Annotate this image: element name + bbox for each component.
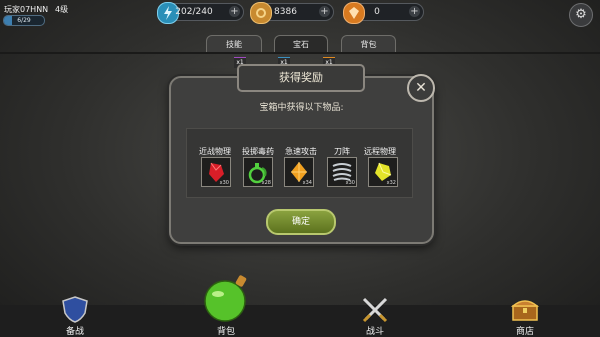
player-level: 4级 bbox=[55, 5, 69, 14]
gold-bar: 8386 + bbox=[250, 2, 334, 24]
item-count: x28 bbox=[261, 180, 271, 186]
settings-gear-icon[interactable]: ⚙ bbox=[569, 3, 593, 27]
nav-label: 商店 bbox=[515, 327, 534, 337]
xp-bar: 6/29 bbox=[3, 15, 45, 26]
nav-label: 背包 bbox=[216, 327, 235, 337]
nav-backpack-button[interactable] bbox=[201, 273, 251, 327]
dialog-subtitle: 宝箱中获得以下物品: bbox=[259, 103, 344, 113]
item-label: 远程物理 bbox=[364, 147, 396, 156]
close-button[interactable]: ✕ bbox=[407, 74, 435, 102]
xp-text: 6/29 bbox=[17, 17, 31, 24]
nav-label: 战斗 bbox=[365, 327, 384, 337]
item-count: x30 bbox=[219, 180, 229, 186]
item-count: x30 bbox=[345, 180, 355, 186]
energy-bar: 202/240 + bbox=[157, 2, 244, 24]
reward-item-slot[interactable]: x28 bbox=[243, 157, 273, 187]
tab-skills[interactable]: 技能 bbox=[206, 35, 262, 53]
gold-value: 8386 bbox=[274, 7, 297, 17]
reward-item-slot[interactable]: x30 bbox=[201, 157, 231, 187]
tab-backpack[interactable]: 背包 bbox=[341, 35, 396, 53]
item-label: 投掷毒药 bbox=[242, 147, 274, 156]
add-gem-button[interactable]: + bbox=[409, 6, 420, 17]
potion-icon bbox=[204, 275, 247, 322]
tab-divider bbox=[0, 52, 600, 54]
item-label: 近战物理 bbox=[199, 147, 231, 156]
confirm-button[interactable]: 确定 bbox=[266, 209, 336, 235]
nav-shop-button[interactable] bbox=[510, 295, 540, 327]
item-count: x34 bbox=[302, 180, 312, 186]
item-count: x32 bbox=[386, 180, 396, 186]
nav-prepare-button[interactable] bbox=[60, 295, 90, 327]
treasure-chest-icon bbox=[510, 300, 540, 321]
gem-bar: 0 + bbox=[343, 2, 424, 24]
crossed-swords-icon bbox=[362, 297, 388, 323]
dialog-title: 获得奖励 bbox=[279, 71, 323, 84]
nav-battle-button[interactable] bbox=[360, 295, 390, 327]
gem-value: 0 bbox=[374, 7, 380, 17]
energy-value: 202/240 bbox=[175, 7, 213, 17]
close-icon: ✕ bbox=[415, 80, 427, 96]
tab-gems[interactable]: 宝石 bbox=[274, 35, 328, 53]
reward-item-slot[interactable]: x34 bbox=[284, 157, 314, 187]
shield-icon bbox=[62, 296, 88, 323]
nav-label: 备战 bbox=[65, 327, 84, 337]
add-gold-button[interactable]: + bbox=[319, 6, 330, 17]
reward-item-slot[interactable]: x30 bbox=[327, 157, 357, 187]
player-name: 玩家07HNN bbox=[4, 5, 49, 14]
reward-item-slot[interactable]: x32 bbox=[368, 157, 398, 187]
add-energy-button[interactable]: + bbox=[229, 6, 240, 17]
item-label: 急速攻击 bbox=[285, 147, 317, 156]
